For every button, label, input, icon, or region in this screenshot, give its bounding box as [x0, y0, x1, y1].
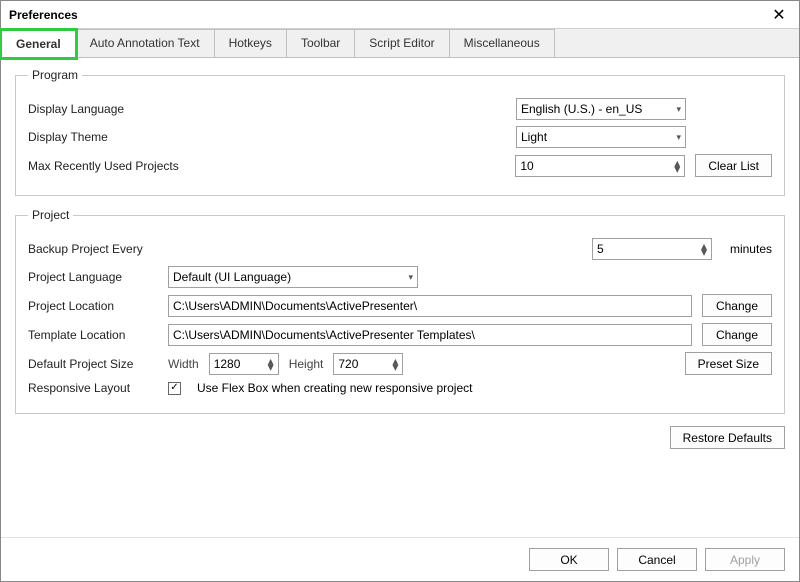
restore-defaults-button[interactable]: Restore Defaults — [670, 426, 785, 449]
width-value: 1280 — [214, 357, 241, 371]
display-theme-select[interactable]: Light ▾ — [516, 126, 686, 148]
spinner-steppers-icon: ▴▾ — [701, 243, 707, 255]
tab-bar: General Auto Annotation Text Hotkeys Too… — [1, 29, 799, 58]
apply-button[interactable]: Apply — [705, 548, 785, 571]
width-spinner[interactable]: 1280 ▴▾ — [209, 353, 279, 375]
display-language-select[interactable]: English (U.S.) - en_US ▾ — [516, 98, 686, 120]
titlebar: Preferences ✕ — [1, 1, 799, 29]
close-icon[interactable]: ✕ — [767, 3, 791, 27]
dialog-footer: OK Cancel Apply — [1, 537, 799, 581]
content-area: Program Display Language English (U.S.) … — [1, 58, 799, 537]
preset-size-button[interactable]: Preset Size — [685, 352, 772, 375]
project-group: Project Backup Project Every 5 ▴▾ minute… — [15, 208, 785, 414]
display-theme-value: Light — [521, 130, 547, 144]
window-title: Preferences — [9, 8, 767, 22]
display-language-label: Display Language — [28, 102, 188, 116]
flexbox-checkbox[interactable]: ✓ — [168, 382, 181, 395]
height-value: 720 — [338, 357, 358, 371]
spinner-steppers-icon: ▴▾ — [268, 358, 274, 370]
max-recent-spinner[interactable]: 10 ▴▾ — [515, 155, 685, 177]
preferences-window: Preferences ✕ General Auto Annotation Te… — [0, 0, 800, 582]
ok-button[interactable]: OK — [529, 548, 609, 571]
tab-miscellaneous[interactable]: Miscellaneous — [449, 29, 555, 57]
change-template-button[interactable]: Change — [702, 323, 772, 346]
backup-spinner[interactable]: 5 ▴▾ — [592, 238, 712, 260]
template-location-input[interactable]: C:\Users\ADMIN\Documents\ActivePresenter… — [168, 324, 692, 346]
chevron-down-icon: ▾ — [408, 272, 413, 283]
project-language-value: Default (UI Language) — [173, 270, 291, 284]
tab-hotkeys[interactable]: Hotkeys — [214, 29, 287, 57]
backup-unit: minutes — [730, 242, 772, 256]
project-language-select[interactable]: Default (UI Language) ▾ — [168, 266, 418, 288]
project-location-label: Project Location — [28, 299, 158, 313]
project-location-value: C:\Users\ADMIN\Documents\ActivePresenter… — [173, 299, 417, 313]
chevron-down-icon: ▾ — [676, 104, 681, 115]
tab-general[interactable]: General — [1, 30, 76, 58]
backup-label: Backup Project Every — [28, 242, 158, 256]
template-location-label: Template Location — [28, 328, 158, 342]
project-legend: Project — [28, 208, 73, 222]
project-location-input[interactable]: C:\Users\ADMIN\Documents\ActivePresenter… — [168, 295, 692, 317]
project-language-label: Project Language — [28, 270, 158, 284]
backup-value: 5 — [597, 242, 604, 256]
default-size-label: Default Project Size — [28, 357, 158, 371]
max-recent-label: Max Recently Used Projects — [28, 159, 228, 173]
display-theme-label: Display Theme — [28, 130, 188, 144]
program-group: Program Display Language English (U.S.) … — [15, 68, 785, 196]
template-location-value: C:\Users\ADMIN\Documents\ActivePresenter… — [173, 328, 475, 342]
height-spinner[interactable]: 720 ▴▾ — [333, 353, 403, 375]
tab-script-editor[interactable]: Script Editor — [354, 29, 449, 57]
clear-list-button[interactable]: Clear List — [695, 154, 772, 177]
tab-toolbar[interactable]: Toolbar — [286, 29, 355, 57]
display-language-value: English (U.S.) - en_US — [521, 102, 642, 116]
cancel-button[interactable]: Cancel — [617, 548, 697, 571]
width-label: Width — [168, 357, 199, 371]
flexbox-label: Use Flex Box when creating new responsiv… — [197, 381, 472, 395]
responsive-label: Responsive Layout — [28, 381, 158, 395]
tab-auto-annotation[interactable]: Auto Annotation Text — [75, 29, 215, 57]
spinner-steppers-icon: ▴▾ — [392, 358, 398, 370]
program-legend: Program — [28, 68, 82, 82]
height-label: Height — [289, 357, 324, 371]
spinner-steppers-icon: ▴▾ — [674, 160, 680, 172]
max-recent-value: 10 — [520, 159, 533, 173]
change-location-button[interactable]: Change — [702, 294, 772, 317]
chevron-down-icon: ▾ — [676, 132, 681, 143]
